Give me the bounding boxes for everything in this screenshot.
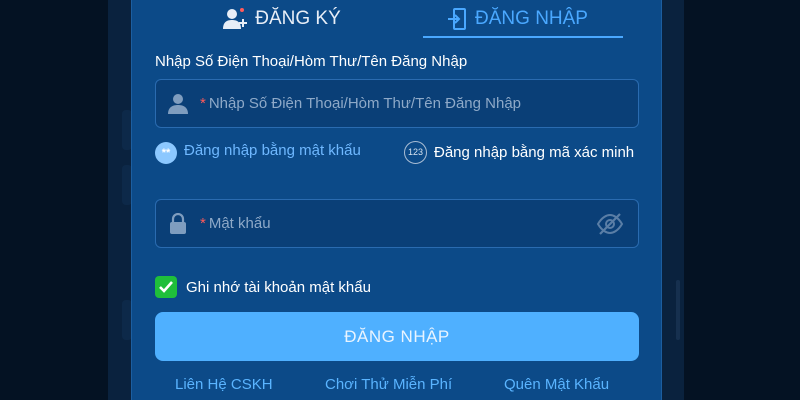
- tab-register[interactable]: ĐĂNG KÝ: [172, 0, 392, 38]
- required-marker: *: [200, 95, 206, 112]
- login-method-code-label: Đăng nhập bằng mã xác minh: [434, 144, 635, 161]
- login-method-password-label: Đăng nhập bằng mật khẩu: [184, 142, 361, 159]
- login-method-password[interactable]: ** Đăng nhập bằng mật khẩu: [155, 142, 361, 164]
- code-method-badge: 123: [404, 141, 427, 164]
- tab-register-label: ĐĂNG KÝ: [255, 8, 341, 29]
- username-field-label: Nhập Số Điện Thoại/Hòm Thư/Tên Đăng Nhập: [155, 53, 468, 70]
- add-user-icon: [223, 8, 248, 30]
- lock-icon: [156, 212, 200, 235]
- remember-label: Ghi nhớ tài khoản mật khẩu: [186, 278, 371, 296]
- username-input[interactable]: * Nhập Số Điện Thoại/Hòm Thư/Tên Đăng Nh…: [155, 79, 639, 128]
- forgot-password-link[interactable]: Quên Mật Khẩu: [504, 376, 609, 393]
- login-method-code[interactable]: 123 Đăng nhập bằng mã xác minh: [404, 141, 644, 164]
- password-placeholder: Mật khẩu: [208, 215, 271, 232]
- user-icon: [156, 93, 200, 115]
- login-button[interactable]: ĐĂNG NHẬP: [155, 312, 639, 361]
- password-method-badge: **: [155, 142, 177, 164]
- login-door-icon: [447, 8, 467, 30]
- eye-off-icon[interactable]: [596, 212, 624, 241]
- active-tab-indicator: [423, 36, 623, 38]
- login-modal: ĐĂNG KÝ ĐĂNG NHẬP Nhập Số Điện Thoại/Hòm…: [131, 0, 662, 400]
- tab-login[interactable]: ĐĂNG NHẬP: [412, 0, 623, 38]
- checkmark-icon: [155, 276, 177, 298]
- required-marker: *: [200, 215, 206, 232]
- tab-login-label: ĐĂNG NHẬP: [475, 8, 588, 29]
- free-trial-link[interactable]: Chơi Thử Miễn Phí: [325, 376, 452, 393]
- remember-checkbox[interactable]: Ghi nhớ tài khoản mật khẩu: [155, 276, 371, 298]
- auth-tabs: ĐĂNG KÝ ĐĂNG NHẬP: [132, 0, 661, 40]
- support-link[interactable]: Liên Hệ CSKH: [175, 376, 273, 393]
- username-placeholder: Nhập Số Điện Thoại/Hòm Thư/Tên Đăng Nhập: [208, 95, 522, 112]
- password-input[interactable]: * Mật khẩu: [155, 199, 639, 248]
